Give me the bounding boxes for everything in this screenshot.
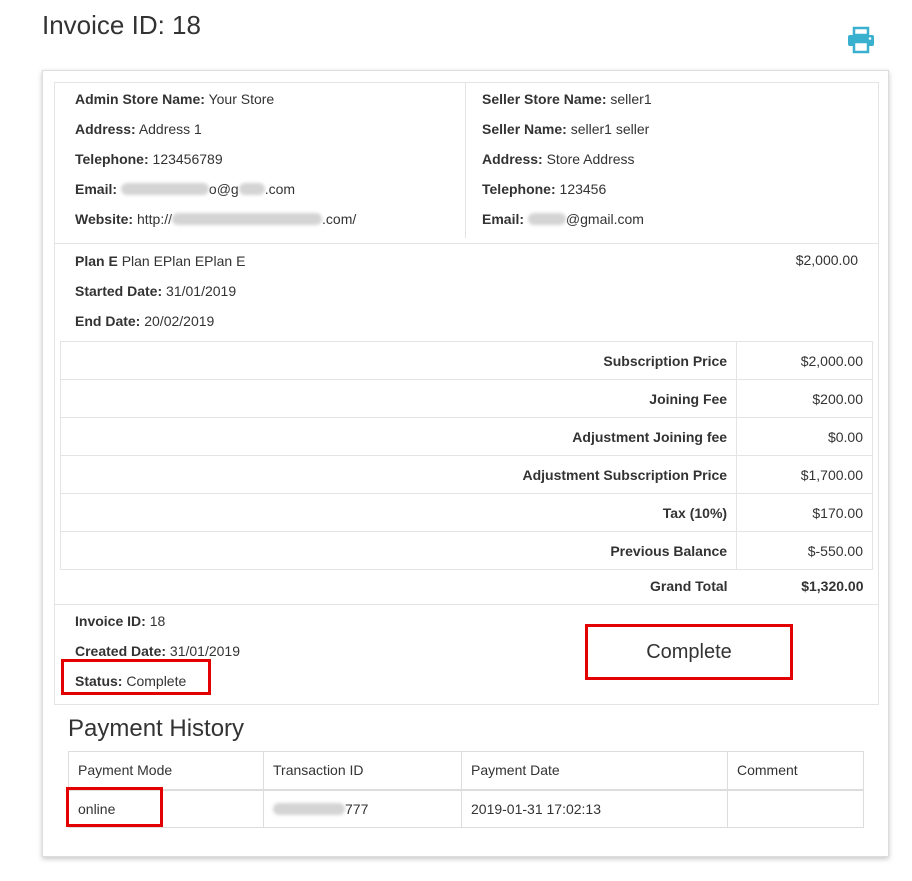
column-header-payment-date: Payment Date [461,751,728,791]
table-header-row: Payment Mode Transaction ID Payment Date… [68,751,864,791]
seller-telephone: Telephone: 123456 [482,181,607,197]
payment-date-cell: 2019-01-31 17:02:13 [461,789,728,828]
invoice-id: Invoice ID: 18 [75,613,166,629]
redacted-text [273,802,345,815]
seller-store-name: Seller Store Name: seller1 [482,91,652,107]
plan-end-date: End Date: 20/02/2019 [75,313,215,329]
totals-value: $200.00 [736,379,873,418]
column-header-comment: Comment [727,751,864,791]
grand-total-row: Grand Total $1,320.00 [61,570,873,602]
totals-label: Adjustment Joining fee [59,417,738,456]
totals-value: $170.00 [736,493,873,532]
admin-email: Email: o@g .com [75,181,296,197]
redacted-text [172,213,323,225]
totals-row: Subscription Price $2,000.00 [59,341,873,380]
seller-email: Email: @gmail.com [482,211,644,227]
totals-value: $1,700.00 [736,455,873,494]
transaction-id-cell: 777 [263,789,462,828]
totals-row: Joining Fee $200.00 [59,379,873,418]
table-row: online 777 2019-01-31 17:02:13 [68,789,864,828]
totals-value: $2,000.00 [736,341,873,380]
divider [55,604,878,605]
admin-store-name: Admin Store Name: Your Store [75,91,275,107]
payment-mode-highlight [66,787,163,827]
comment-cell [727,789,864,828]
admin-website: Website: http://.com/ [75,211,357,227]
column-header-transaction-id: Transaction ID [263,751,462,791]
plan-name: Plan E Plan EPlan EPlan E [75,253,246,269]
redacted-text [527,213,566,225]
plan-price: $2,000.00 [795,252,858,268]
invoice-card: Admin Store Name: Your Store Address: Ad… [42,70,889,857]
grand-total-label: Grand Total [650,577,728,594]
totals-row: Adjustment Joining fee $0.00 [59,417,873,456]
totals-label: Adjustment Subscription Price [59,455,738,494]
redacted-text [238,183,265,195]
payment-history-table: Payment Mode Transaction ID Payment Date… [68,751,864,828]
totals-row: Adjustment Subscription Price $1,700.00 [59,455,873,494]
column-divider [465,83,466,238]
totals-value: $0.00 [736,417,873,456]
seller-address: Address: Store Address [482,151,635,167]
seller-name: Seller Name: seller1 seller [482,121,650,137]
plan-started-date: Started Date: 31/01/2019 [75,283,237,299]
payment-history-title: Payment History [68,715,245,742]
grand-total-value: $1,320.00 [801,577,864,594]
totals-row: Tax (10%) $170.00 [59,493,873,532]
divider [55,243,878,244]
totals-table: Subscription Price $2,000.00 Joining Fee… [59,341,873,602]
status-highlight [61,659,211,695]
print-icon[interactable] [846,26,876,54]
admin-telephone: Telephone: 123456789 [75,151,223,167]
totals-row: Previous Balance $-550.00 [59,531,873,570]
redacted-text [120,183,209,195]
status-badge: Complete [585,624,793,680]
column-header-payment-mode: Payment Mode [68,751,264,791]
admin-address: Address: Address 1 [75,121,202,137]
totals-label: Tax (10%) [59,493,738,532]
totals-label: Subscription Price [59,341,738,380]
invoice-created-date: Created Date: 31/01/2019 [75,643,240,659]
totals-label: Previous Balance [59,531,738,570]
totals-value: $-550.00 [736,531,873,570]
invoice-details: Admin Store Name: Your Store Address: Ad… [54,82,879,705]
totals-label: Joining Fee [59,379,738,418]
page-title: Invoice ID: 18 [42,10,201,40]
